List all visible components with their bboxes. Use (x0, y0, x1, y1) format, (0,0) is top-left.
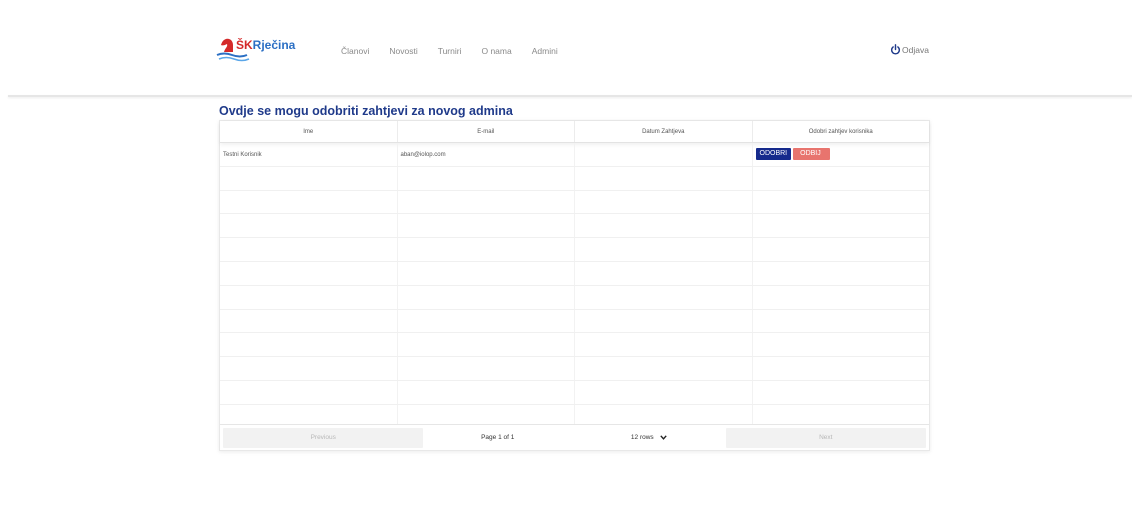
previous-button[interactable]: Previous (223, 427, 424, 448)
brand-name: ŠKRječina (236, 38, 296, 52)
page-info: Page 1 of 1 (481, 434, 515, 441)
page-title: Ovdje se mogu odobriti zahtjevi za novog… (219, 104, 513, 118)
nav-item-novosti[interactable]: Novosti (389, 46, 417, 56)
admin-requests-table: Ime E-mail Datum Zahtjeva Odobri zahtjev… (219, 120, 930, 451)
logout-label: Odjava (902, 44, 929, 55)
empty-row (220, 238, 929, 262)
table-row: Testni Korisnik aban@iolop.com ODOBRI OD… (220, 143, 929, 167)
navbar: ŠKRječina Članovi Novosti Turniri O nama… (0, 0, 1132, 95)
next-button[interactable]: Next (725, 427, 927, 448)
rows-per-page: 12 rows (572, 434, 726, 441)
nav-item-o-nama[interactable]: O nama (481, 46, 511, 56)
rows-per-page-value: 12 rows (630, 434, 654, 441)
column-header-date[interactable]: Datum Zahtjeva (575, 121, 753, 142)
column-header-name[interactable]: Ime (220, 121, 398, 142)
nav-item-clanovi[interactable]: Članovi (341, 46, 369, 56)
empty-row (220, 166, 929, 191)
empty-row (220, 214, 929, 239)
empty-row (220, 261, 929, 286)
chevron-down-icon (659, 435, 667, 440)
empty-row (220, 380, 929, 405)
cell-date (575, 143, 753, 166)
empty-row (220, 333, 929, 358)
cell-email: aban@iolop.com (398, 143, 575, 166)
empty-row (220, 309, 929, 334)
header-divider (8, 95, 1132, 97)
reject-button[interactable]: ODBIJ (793, 148, 830, 161)
nav-item-turniri[interactable]: Turniri (438, 46, 462, 56)
logout-button[interactable]: Odjava (890, 44, 929, 55)
nav-item-admini[interactable]: Admini (532, 46, 558, 56)
pagination: Previous Page 1 of 1 12 rows Next (220, 424, 929, 450)
cell-actions: ODOBRI ODBIJ (753, 143, 930, 166)
main-nav: Članovi Novosti Turniri O nama Admini (341, 46, 578, 56)
column-header-email[interactable]: E-mail (398, 121, 575, 142)
empty-row (220, 285, 929, 310)
empty-row (220, 357, 929, 381)
column-header-approve[interactable]: Odobri zahtjev korisnika (753, 121, 930, 142)
cell-name: Testni Korisnik (220, 143, 398, 166)
table-body: Testni Korisnik aban@iolop.com ODOBRI OD… (220, 143, 929, 429)
empty-row (220, 190, 929, 215)
approve-button[interactable]: ODOBRI (755, 148, 792, 161)
brand-logo[interactable]: ŠKRječina (216, 36, 306, 64)
power-icon (890, 44, 901, 55)
table-header: Ime E-mail Datum Zahtjeva Odobri zahtjev… (220, 121, 929, 143)
rows-per-page-select[interactable]: 12 rows (631, 434, 667, 441)
